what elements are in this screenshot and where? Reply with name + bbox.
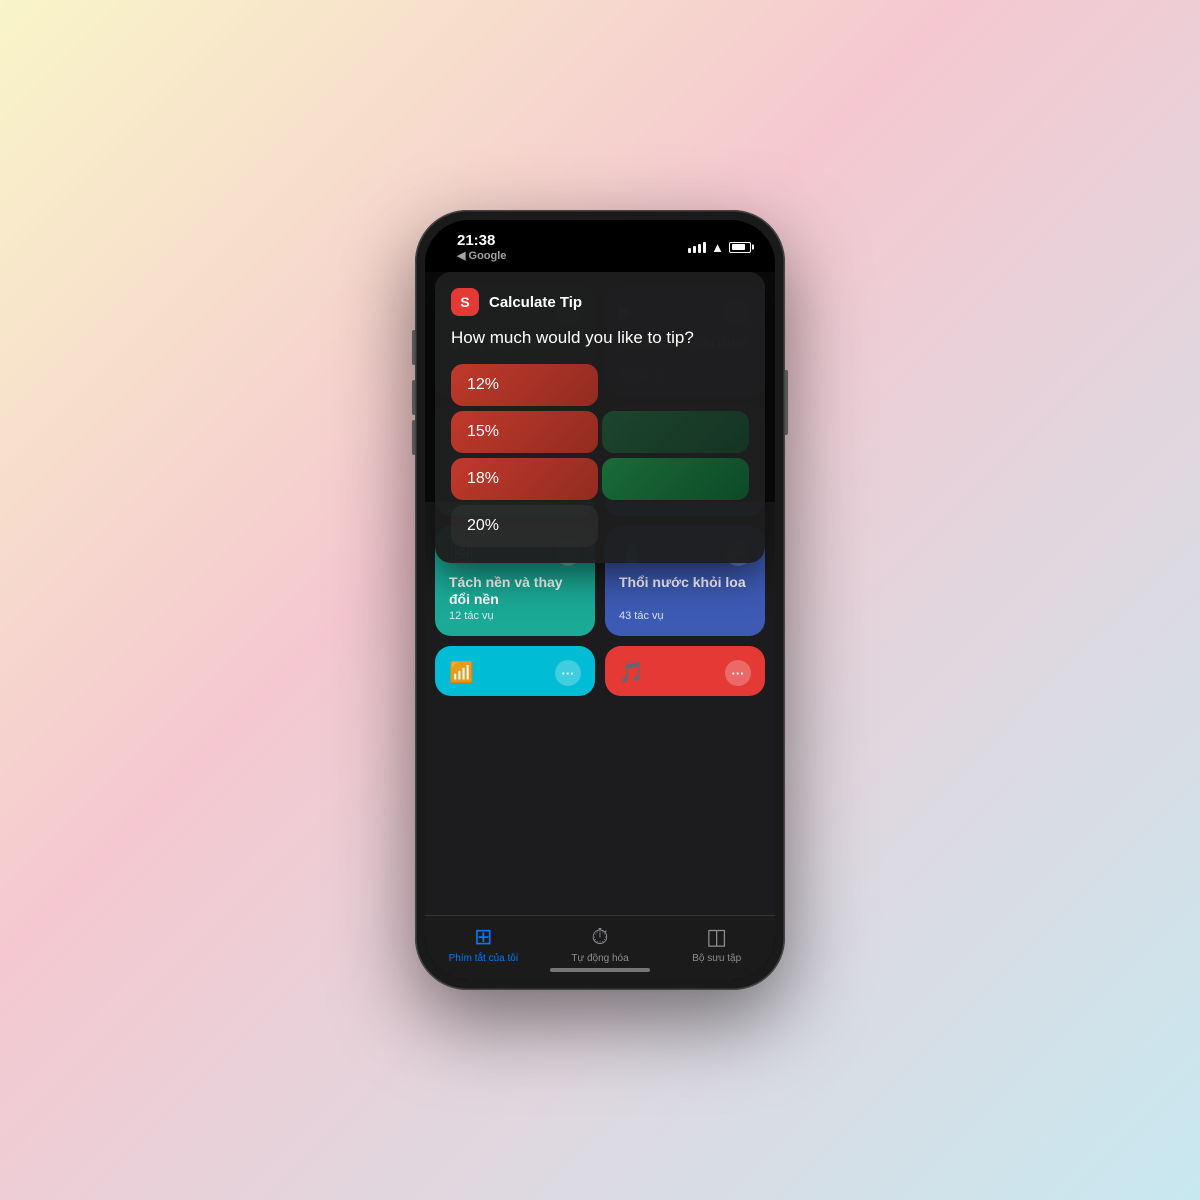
- card-title-thoi-nuoc: Thổi nước khỏi loa: [619, 574, 751, 610]
- nav-label-my-shortcuts: Phím tắt của tôi: [449, 953, 518, 964]
- status-bar: 21:38 ◀ Google ▲: [425, 220, 775, 268]
- siri-option-20[interactable]: 20%: [451, 505, 598, 547]
- nav-icon-gallery: ◫: [706, 924, 727, 950]
- siri-option-row-4: 20%: [451, 505, 749, 547]
- status-icons: ▲: [688, 240, 751, 255]
- siri-option-12[interactable]: 12%: [451, 364, 598, 406]
- status-back: ◀ Google: [457, 249, 506, 262]
- battery-icon: [729, 242, 751, 253]
- home-indicator: [550, 968, 650, 972]
- card-more-red[interactable]: ···: [725, 660, 751, 686]
- siri-option-row-3: 18%: [451, 458, 749, 500]
- shortcuts-bottom-row: 📶 ··· 🎵 ···: [435, 646, 765, 696]
- siri-option-right-18[interactable]: [602, 458, 749, 500]
- shortcut-card-wifi[interactable]: 📶 ···: [435, 646, 595, 696]
- status-time: 21:38: [457, 232, 506, 249]
- card-title-tach-nen: Tách nền và thay đổi nền: [449, 574, 581, 610]
- card-subtitle-tach-nen: 12 tác vụ: [449, 610, 581, 622]
- siri-option-15[interactable]: 15%: [451, 411, 598, 453]
- siri-option-row-1: 12%: [451, 364, 749, 406]
- siri-option-18[interactable]: 18%: [451, 458, 598, 500]
- siri-option-row-2: 15%: [451, 411, 749, 453]
- card-icon-red-shortcut: 🎵: [619, 660, 644, 685]
- nav-item-gallery[interactable]: ◫ Bộ sưu tập: [658, 924, 775, 964]
- card-icon-wifi-shortcut: 📶: [449, 660, 474, 685]
- nav-icon-my-shortcuts: ⊞: [474, 924, 492, 950]
- nav-label-automation: Tự động hóa: [571, 953, 628, 964]
- card-more-wifi[interactable]: ···: [555, 660, 581, 686]
- nav-icon-automation: ⏱: [591, 924, 608, 950]
- card-subtitle-thoi-nuoc: 43 tác vụ: [619, 610, 751, 622]
- signal-icon: [688, 242, 706, 253]
- siri-options: 12% 15% 18%: [451, 364, 749, 547]
- siri-question: How much would you like to tip?: [451, 328, 749, 348]
- calculate-tip-icon: S: [451, 288, 479, 316]
- phone-screen: 21:38 ◀ Google ▲: [425, 220, 775, 980]
- siri-overlay: S Calculate Tip How much would you like …: [435, 272, 765, 563]
- nav-item-my-shortcuts[interactable]: ⊞ Phím tắt của tôi: [425, 924, 542, 964]
- siri-header: S Calculate Tip: [451, 288, 749, 316]
- siri-app-name: Calculate Tip: [489, 294, 582, 311]
- nav-item-automation[interactable]: ⏱ Tự động hóa: [542, 924, 659, 964]
- shortcut-card-red[interactable]: 🎵 ···: [605, 646, 765, 696]
- nav-label-gallery: Bộ sưu tập: [692, 953, 741, 964]
- phone-device: 21:38 ◀ Google ▲: [415, 210, 785, 990]
- wifi-icon: ▲: [711, 240, 724, 255]
- siri-option-right-15[interactable]: [602, 411, 749, 453]
